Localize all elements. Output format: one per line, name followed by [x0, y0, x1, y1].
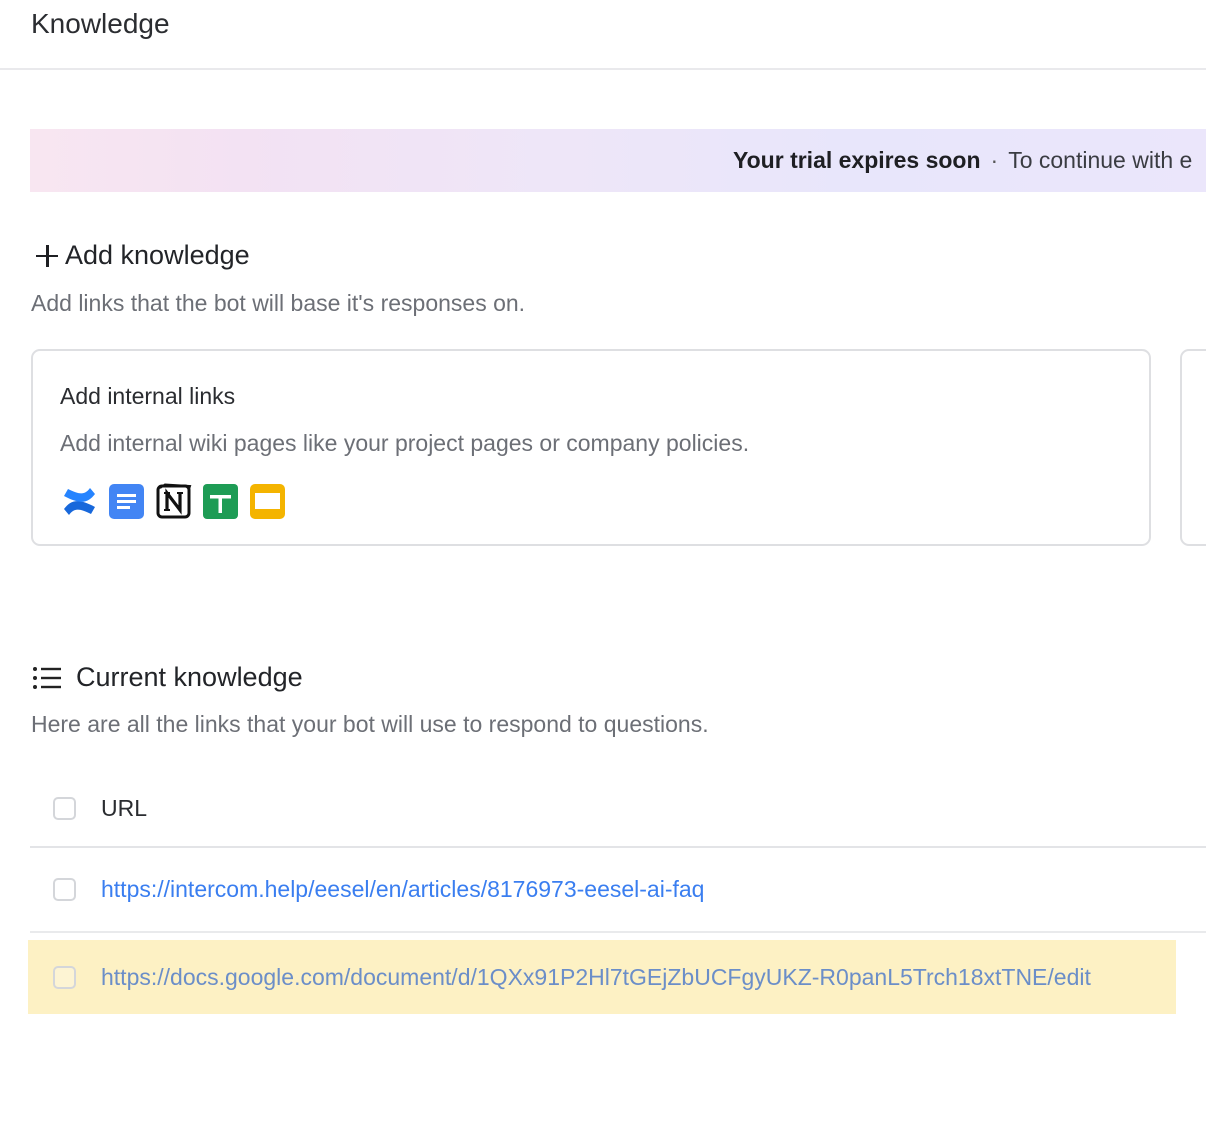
- table-row-highlighted: https://docs.google.com/document/d/1QXx9…: [28, 940, 1176, 1014]
- google-sheets-icon: [203, 484, 238, 519]
- knowledge-table: URL https://intercom.help/eesel/en/artic…: [28, 770, 1206, 1014]
- knowledge-page: Knowledge Your trial expires soon · To con…: [0, 0, 1206, 1125]
- trial-banner-separator: ·: [990, 147, 999, 173]
- add-internal-links-card[interactable]: Add internal links Add internal wiki pag…: [31, 349, 1151, 546]
- table-row: https://intercom.help/eesel/en/articles/…: [30, 848, 1206, 933]
- trial-banner-text: To continue with e: [1008, 147, 1193, 173]
- page-header: Knowledge: [0, 0, 1206, 70]
- trial-banner: Your trial expires soon · To continue with…: [30, 129, 1206, 192]
- url-column-header: URL: [101, 794, 148, 821]
- current-knowledge-heading: Current knowledge: [32, 662, 303, 693]
- trial-banner-message: Your trial expires soon · To continue with…: [733, 147, 1192, 174]
- card-description: Add internal wiki pages like your projec…: [60, 430, 750, 456]
- add-knowledge-subtitle: Add links that the bot will base it's re…: [31, 290, 526, 316]
- page-title: Knowledge: [31, 8, 170, 39]
- current-knowledge-subtitle: Here are all the links that your bot wil…: [31, 711, 709, 737]
- row-checkbox[interactable]: [53, 965, 76, 989]
- notion-icon: [156, 483, 192, 519]
- row-checkbox[interactable]: [53, 878, 76, 901]
- confluence-icon: [64, 488, 95, 515]
- plus-icon: [35, 244, 59, 268]
- add-knowledge-title: Add knowledge: [65, 240, 250, 270]
- knowledge-url-link[interactable]: https://intercom.help/eesel/en/articles/…: [101, 876, 704, 903]
- select-all-checkbox[interactable]: [53, 796, 76, 820]
- card-title: Add internal links: [60, 383, 236, 409]
- trial-banner-strong: Your trial expires soon: [733, 147, 981, 173]
- table-header-row: URL: [30, 770, 1206, 848]
- integration-icons: [61, 483, 286, 520]
- knowledge-url-link[interactable]: https://docs.google.com/document/d/1QXx9…: [101, 964, 1091, 991]
- list-icon: [33, 666, 61, 689]
- add-external-links-card[interactable]: [1180, 349, 1206, 546]
- add-knowledge-heading: Add knowledge: [35, 240, 250, 271]
- google-slides-icon: [250, 484, 285, 519]
- google-docs-icon: [109, 484, 144, 519]
- current-knowledge-title: Current knowledge: [76, 662, 303, 692]
